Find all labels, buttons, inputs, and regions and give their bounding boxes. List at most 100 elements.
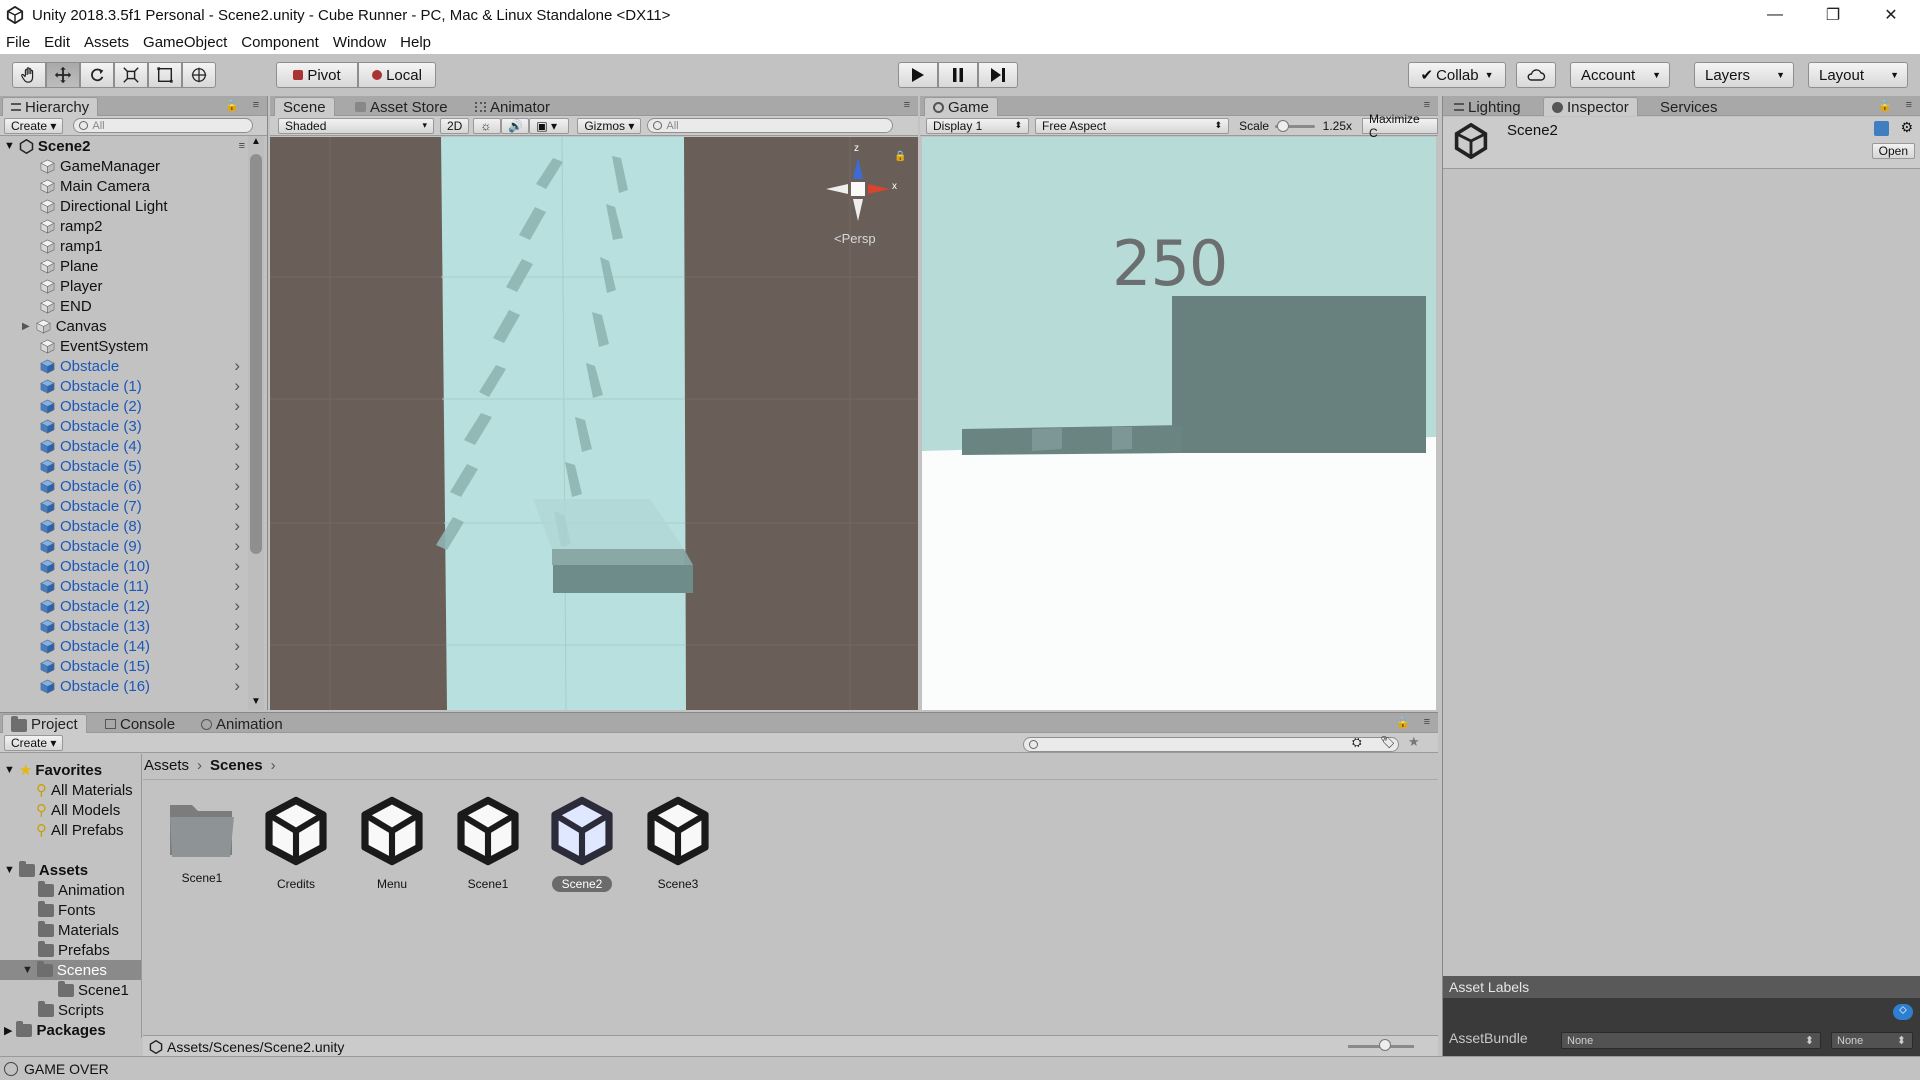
- move-tool-button[interactable]: [46, 62, 80, 88]
- assetbundle-dropdown[interactable]: None ⬍: [1561, 1032, 1821, 1049]
- hierarchy-item[interactable]: EventSystem: [40, 336, 248, 356]
- favorite-all-prefabs[interactable]: ⚲ All Prefabs: [36, 820, 124, 840]
- settings-gear-icon[interactable]: ⚙: [1900, 119, 1913, 136]
- favorites-node[interactable]: ▼ ★ Favorites: [4, 760, 102, 780]
- hierarchy-item[interactable]: Obstacle (10) ›: [40, 556, 248, 576]
- expand-arrow-icon[interactable]: ▼: [4, 140, 15, 152]
- scroll-down-icon[interactable]: ▼: [248, 696, 264, 710]
- chevron-right-icon[interactable]: ›: [234, 476, 240, 496]
- chevron-right-icon[interactable]: ›: [234, 516, 240, 536]
- hand-tool-button[interactable]: [12, 62, 46, 88]
- maximize-toggle[interactable]: Maximize C: [1362, 112, 1439, 140]
- tab-project[interactable]: Project: [2, 714, 87, 733]
- display-dropdown[interactable]: Display 1 ⬍: [926, 117, 1030, 134]
- hierarchy-item[interactable]: Obstacle (5) ›: [40, 456, 248, 476]
- asset-folder[interactable]: Scene1: [154, 795, 250, 886]
- tab-console[interactable]: Console: [96, 714, 184, 733]
- hierarchy-item[interactable]: Plane: [40, 256, 248, 276]
- scale-tool-button[interactable]: [114, 62, 148, 88]
- tab-animator[interactable]: Animator: [466, 97, 559, 116]
- hierarchy-item[interactable]: Obstacle ›: [40, 356, 248, 376]
- hierarchy-item[interactable]: Obstacle (11) ›: [40, 576, 248, 596]
- hierarchy-item[interactable]: Obstacle (16) ›: [40, 676, 248, 696]
- folder-materials[interactable]: Materials: [38, 920, 119, 940]
- folder-scenes-scene1[interactable]: Scene1: [58, 980, 129, 1000]
- transform-tool-button[interactable]: [182, 62, 216, 88]
- assetbundle-variant-dropdown[interactable]: None ⬍: [1831, 1032, 1913, 1049]
- chevron-right-icon[interactable]: ›: [234, 556, 240, 576]
- help-book-icon[interactable]: [1874, 121, 1889, 136]
- lighting-toggle[interactable]: ☼: [473, 117, 502, 134]
- effects-dropdown[interactable]: ▣ ▾: [529, 117, 570, 134]
- layout-dropdown[interactable]: Layout ▼: [1808, 62, 1908, 88]
- account-dropdown[interactable]: Account ▼: [1570, 62, 1670, 88]
- chevron-right-icon[interactable]: ›: [234, 376, 240, 396]
- lock-icon[interactable]: 🔒: [225, 99, 239, 112]
- menu-assets[interactable]: Assets: [84, 34, 129, 51]
- shading-dropdown[interactable]: Shaded ▾: [278, 117, 434, 134]
- scene-viewport[interactable]: z x <Persp 🔒: [270, 137, 918, 710]
- chevron-right-icon[interactable]: ›: [234, 536, 240, 556]
- panel-menu-icon[interactable]: ≡: [1424, 716, 1430, 728]
- hierarchy-item[interactable]: Obstacle (2) ›: [40, 396, 248, 416]
- chevron-right-icon[interactable]: ›: [234, 596, 240, 616]
- menu-file[interactable]: File: [6, 34, 30, 51]
- scroll-up-icon[interactable]: ▲: [248, 136, 264, 150]
- scale-slider-thumb[interactable]: [1277, 119, 1290, 132]
- icon-size-slider-thumb[interactable]: [1379, 1039, 1391, 1051]
- project-search-input[interactable]: [1023, 737, 1400, 752]
- hierarchy-item[interactable]: ramp2: [40, 216, 248, 236]
- local-toggle[interactable]: Local: [358, 62, 436, 88]
- chevron-right-icon[interactable]: ›: [234, 656, 240, 676]
- step-button[interactable]: [978, 62, 1018, 88]
- tab-game[interactable]: Game: [924, 97, 998, 116]
- chevron-right-icon[interactable]: ›: [234, 616, 240, 636]
- hierarchy-item[interactable]: Obstacle (1) ›: [40, 376, 248, 396]
- collab-dropdown[interactable]: ✔ Collab ▼: [1408, 62, 1506, 88]
- play-button[interactable]: [898, 62, 938, 88]
- close-button[interactable]: ✕: [1862, 0, 1920, 30]
- scene-gizmo[interactable]: z x <Persp: [818, 143, 898, 246]
- folder-fonts[interactable]: Fonts: [38, 900, 96, 920]
- tab-lighting[interactable]: Lighting: [1445, 97, 1530, 116]
- hierarchy-item[interactable]: Main Camera: [40, 176, 248, 196]
- tab-hierarchy[interactable]: Hierarchy: [2, 97, 99, 116]
- layers-dropdown[interactable]: Layers ▼: [1694, 62, 1794, 88]
- expand-arrow-icon[interactable]: ▼: [4, 864, 15, 876]
- hierarchy-item[interactable]: Directional Light: [40, 196, 248, 216]
- mode-2d-toggle[interactable]: 2D: [440, 117, 470, 134]
- gizmo-lock-icon[interactable]: 🔒: [894, 151, 906, 162]
- chevron-right-icon[interactable]: ›: [234, 456, 240, 476]
- tab-animation[interactable]: Animation: [192, 714, 292, 733]
- breadcrumb-scenes[interactable]: Scenes: [210, 757, 263, 774]
- lock-icon[interactable]: 🔒: [1396, 716, 1410, 729]
- chevron-right-icon[interactable]: ›: [234, 676, 240, 696]
- folder-animation[interactable]: Animation: [38, 880, 125, 900]
- tab-services[interactable]: Services: [1651, 97, 1727, 116]
- expand-arrow-icon[interactable]: ▼: [4, 764, 15, 776]
- scene-root-row[interactable]: ▼ Scene2: [4, 136, 90, 156]
- hierarchy-item[interactable]: GameManager: [40, 156, 248, 176]
- open-button[interactable]: Open: [1871, 143, 1915, 159]
- menu-component[interactable]: Component: [241, 34, 319, 51]
- scene-menu-icon[interactable]: ≡: [239, 140, 245, 152]
- hierarchy-item[interactable]: Obstacle (3) ›: [40, 416, 248, 436]
- scene-search-input[interactable]: All: [647, 118, 894, 133]
- rect-tool-button[interactable]: [148, 62, 182, 88]
- menu-window[interactable]: Window: [333, 34, 386, 51]
- folder-scenes[interactable]: ▼ Scenes: [22, 960, 107, 980]
- favorite-star-icon[interactable]: ★: [1408, 734, 1420, 750]
- lock-icon[interactable]: 🔒: [1878, 99, 1892, 112]
- panel-menu-icon[interactable]: ≡: [1906, 99, 1912, 111]
- folder-scripts[interactable]: Scripts: [38, 1000, 104, 1020]
- hierarchy-item[interactable]: Obstacle (8) ›: [40, 516, 248, 536]
- tab-asset-store[interactable]: Asset Store: [346, 97, 457, 116]
- label-tag-icon[interactable]: ⬦: [1893, 1004, 1913, 1020]
- hierarchy-item[interactable]: Obstacle (12) ›: [40, 596, 248, 616]
- panel-menu-icon[interactable]: ≡: [253, 99, 259, 111]
- filter-label-icon[interactable]: 🏷: [1380, 735, 1395, 749]
- hierarchy-item[interactable]: Obstacle (4) ›: [40, 436, 248, 456]
- favorite-all-models[interactable]: ⚲ All Models: [36, 800, 120, 820]
- asset-scene[interactable]: Scene2: [534, 795, 630, 892]
- packages-node[interactable]: ▶ Packages: [4, 1020, 106, 1040]
